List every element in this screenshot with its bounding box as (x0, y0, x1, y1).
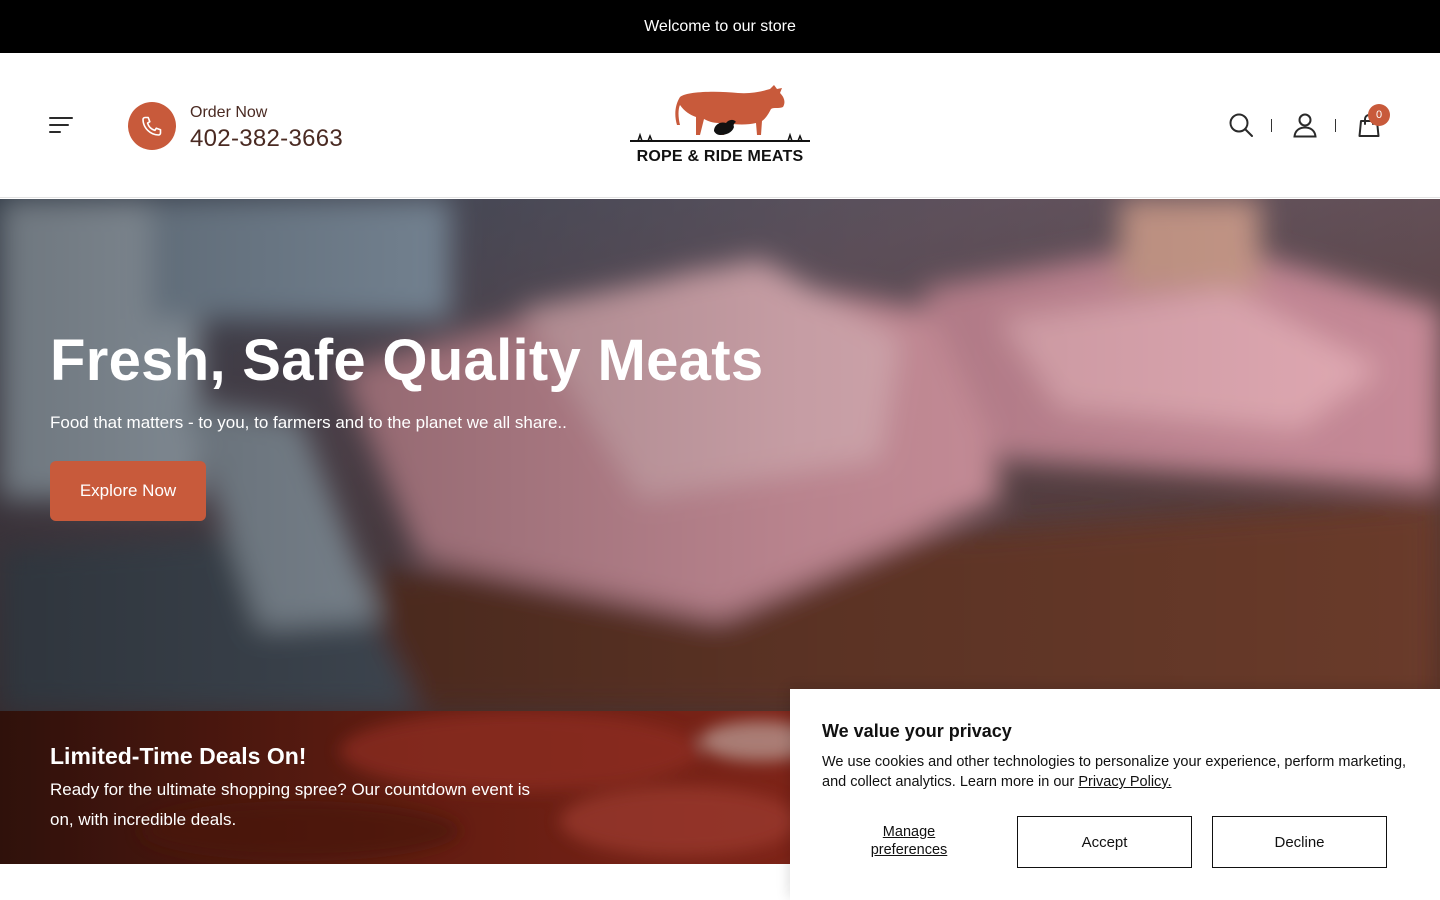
cow-logo-icon (630, 85, 810, 142)
deals-title: Limited-Time Deals On! (50, 743, 307, 769)
decline-button[interactable]: Decline (1212, 816, 1387, 868)
announcement-text: Welcome to our store (644, 17, 796, 35)
cookie-consent-banner: We value your privacy We use cookies and… (790, 689, 1440, 900)
logo-text: ROPE & RIDE MEATS (636, 148, 804, 165)
search-icon[interactable] (1228, 112, 1254, 138)
cart-count-badge: 0 (1368, 104, 1390, 126)
hero-banner: Fresh, Safe Quality Meats Food that matt… (0, 199, 1440, 711)
phone-icon[interactable] (128, 102, 176, 150)
phone-number[interactable]: 402-382-3663 (190, 125, 343, 153)
site-header: Order Now 402-382-3663 ROPE & RIDE MEATS… (0, 53, 1440, 198)
cookie-title: We value your privacy (822, 721, 1012, 741)
header-divider (1335, 119, 1336, 132)
hero-title: Fresh, Safe Quality Meats (50, 328, 764, 393)
header-divider (1271, 119, 1272, 132)
accept-button[interactable]: Accept (1017, 816, 1192, 868)
logo[interactable]: ROPE & RIDE MEATS (628, 85, 812, 167)
manage-preferences-link[interactable]: Manage preferences (849, 823, 969, 859)
announcement-bar: Welcome to our store (0, 0, 1440, 53)
hero-meat-image (0, 199, 1440, 711)
order-now-label: Order Now (190, 104, 268, 121)
menu-icon[interactable] (49, 115, 75, 135)
deals-text: Ready for the ultimate shopping spree? O… (50, 780, 531, 829)
cookie-text: We use cookies and other technologies to… (822, 752, 1412, 792)
hero-subtitle: Food that matters - to you, to farmers a… (50, 413, 567, 432)
explore-now-button[interactable]: Explore Now (50, 461, 206, 521)
privacy-policy-link[interactable]: Privacy Policy. (1078, 774, 1171, 790)
account-icon[interactable] (1292, 112, 1318, 138)
